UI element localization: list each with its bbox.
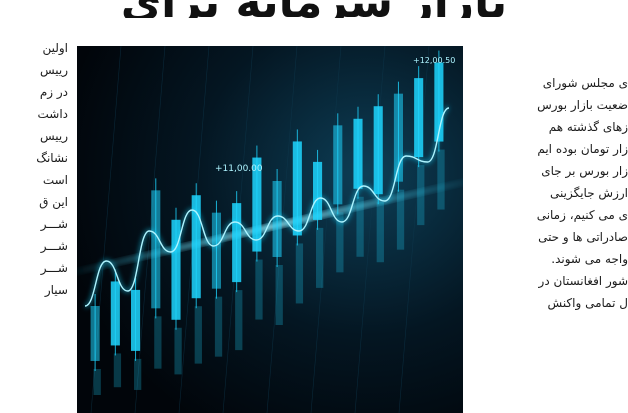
article-line: اولین: [42, 41, 68, 55]
candle-reflection: [275, 265, 283, 325]
candle-reflection: [93, 369, 101, 395]
article-line: ارزش جایگزینی: [549, 186, 628, 200]
candle-body: [110, 281, 120, 346]
stock-chart-graphic: +12,00.50 +11,00.00: [77, 46, 463, 413]
article-line: شور افغانستان در: [538, 274, 628, 288]
candle-body: [353, 118, 363, 189]
article-line: شـــر: [40, 217, 68, 231]
article-line: ی می کنیم، زمانی: [536, 208, 628, 222]
stock-chart-image: +12,00.50 +11,00.00: [77, 46, 463, 413]
article-line: سیار: [44, 283, 68, 297]
candle-reflection: [214, 296, 223, 357]
article-column-left: اولین رییس در زم داشت رییس نشانگ است این ق شـــر…: [0, 37, 68, 413]
candle-reflection: [316, 227, 324, 288]
article-line: رییس: [39, 63, 68, 77]
candle-body: [313, 161, 323, 220]
candle-body: [232, 203, 242, 283]
candle-reflection: [154, 316, 162, 369]
candle-reflection: [356, 196, 364, 257]
price-label-top: +12,00.50: [413, 56, 455, 65]
candle-reflection: [134, 358, 142, 390]
candle-reflection: [417, 165, 425, 226]
article-line: زهای گذشته هم: [548, 120, 628, 134]
article-line: نشانگ: [36, 151, 68, 165]
candle-body: [211, 212, 221, 289]
headline: بازار سرمایه برای: [0, 0, 628, 18]
price-label-mid: +11,00.00: [215, 164, 263, 174]
article-line: این ق: [39, 195, 68, 209]
candle-body: [151, 190, 161, 309]
candle-reflection: [295, 243, 304, 304]
candle-body: [414, 78, 424, 158]
article-line: زار بورس بر جای: [541, 164, 628, 178]
article-line: شـــر: [40, 239, 68, 253]
candle-body: [292, 141, 302, 236]
article-line: است: [42, 173, 68, 187]
candle-body: [90, 306, 100, 361]
candle-reflection: [396, 189, 405, 250]
candle-reflection: [376, 202, 384, 263]
candle-reflection: [194, 306, 202, 364]
candle-reflection: [255, 259, 263, 320]
article-line: واجه می شوند.: [551, 252, 628, 266]
candle-reflection: [235, 290, 243, 351]
article-line: صادراتی ها و حتی: [538, 230, 628, 244]
headline-text: بازار سرمایه برای: [121, 0, 507, 18]
article-column-right: ی مجلس شورای ضعیت بازار بورس زهای گذشته هم…: [470, 72, 628, 413]
article-line: رییس: [39, 129, 68, 143]
candle-reflection: [113, 353, 122, 388]
candle-body: [373, 106, 383, 195]
article-line: ضعیت بازار بورس: [537, 98, 628, 112]
article-line: زار تومان بوده ایم: [537, 142, 628, 156]
article-line: در زم: [39, 85, 68, 99]
article-line: شـــر: [40, 261, 68, 275]
candle-reflection: [437, 149, 445, 210]
candle-body: [333, 125, 343, 205]
article-line: ی مجلس شورای: [542, 76, 628, 90]
article-line: داشت: [37, 107, 68, 121]
candle-reflection: [174, 327, 182, 375]
candle-body: [131, 289, 141, 351]
article-line: ل تمامی واکنش: [547, 296, 628, 310]
